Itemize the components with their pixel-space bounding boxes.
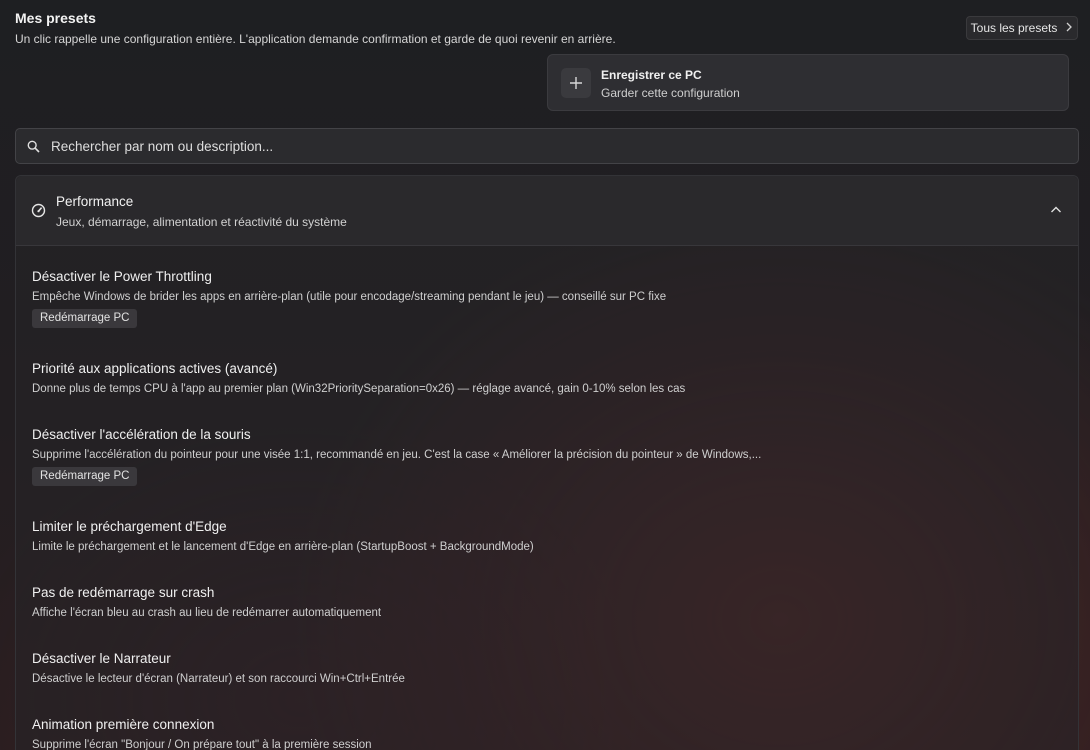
preset-item[interactable]: Désactiver le Power Throttling Empêche W… — [32, 269, 666, 328]
chevron-right-icon — [1065, 21, 1073, 35]
plus-icon — [561, 68, 591, 98]
performance-section-header[interactable]: Performance Jeux, démarrage, alimentatio… — [16, 176, 1078, 246]
save-pc-subtitle: Garder cette configuration — [601, 86, 740, 100]
chevron-up-icon[interactable] — [1050, 203, 1062, 215]
restart-badge: Redémarrage PC — [32, 467, 138, 486]
search-input[interactable] — [51, 131, 1078, 161]
preset-item[interactable]: Désactiver l'accélération de la souris S… — [32, 427, 761, 486]
restart-badge: Redémarrage PC — [32, 309, 138, 328]
section-description: Jeux, démarrage, alimentation et réactiv… — [56, 215, 347, 229]
preset-item-description: Supprime l'accélération du pointeur pour… — [32, 449, 762, 461]
preset-item-description: Limite le préchargement et le lancement … — [32, 541, 534, 553]
preset-item-title: Animation première connexion — [32, 717, 215, 732]
preset-item-title: Désactiver le Narrateur — [32, 651, 171, 666]
preset-item-title: Priorité aux applications actives (avanc… — [32, 361, 278, 376]
save-pc-title: Enregistrer ce PC — [601, 68, 702, 82]
preset-item[interactable]: Désactiver le Narrateur Désactive le lec… — [32, 651, 405, 685]
preset-item-title: Désactiver le Power Throttling — [32, 269, 212, 284]
preset-item-description: Désactive le lecteur d'écran (Narrateur)… — [32, 673, 405, 685]
preset-item-description: Empêche Windows de brider les apps en ar… — [32, 291, 667, 303]
preset-item[interactable]: Limiter le préchargement d'Edge Limite l… — [32, 519, 534, 553]
gauge-icon — [31, 203, 46, 218]
all-presets-button[interactable]: Tous les presets — [966, 16, 1078, 40]
all-presets-label: Tous les presets — [970, 21, 1058, 35]
preset-item-title: Pas de redémarrage sur crash — [32, 585, 215, 600]
search-box — [15, 128, 1079, 164]
page-title: Mes presets — [15, 10, 96, 26]
preset-item-description: Affiche l'écran bleu au crash au lieu de… — [32, 607, 382, 619]
preset-item[interactable]: Priorité aux applications actives (avanc… — [32, 361, 685, 395]
save-pc-card[interactable]: Enregistrer ce PC Garder cette configura… — [547, 54, 1069, 111]
page-subtitle: Un clic rappelle une configuration entiè… — [15, 32, 616, 46]
preset-item[interactable]: Animation première connexion Supprime l'… — [32, 717, 372, 750]
performance-section: Performance Jeux, démarrage, alimentatio… — [15, 175, 1079, 750]
preset-item-title: Désactiver l'accélération de la souris — [32, 427, 251, 442]
preset-item-description: Supprime l'écran "Bonjour / On prépare t… — [32, 739, 372, 750]
preset-item-description: Donne plus de temps CPU à l'app au premi… — [32, 383, 686, 395]
preset-item-title: Limiter le préchargement d'Edge — [32, 519, 227, 534]
section-title: Performance — [56, 194, 134, 209]
preset-item[interactable]: Pas de redémarrage sur crash Affiche l'é… — [32, 585, 381, 619]
search-icon — [27, 139, 41, 153]
